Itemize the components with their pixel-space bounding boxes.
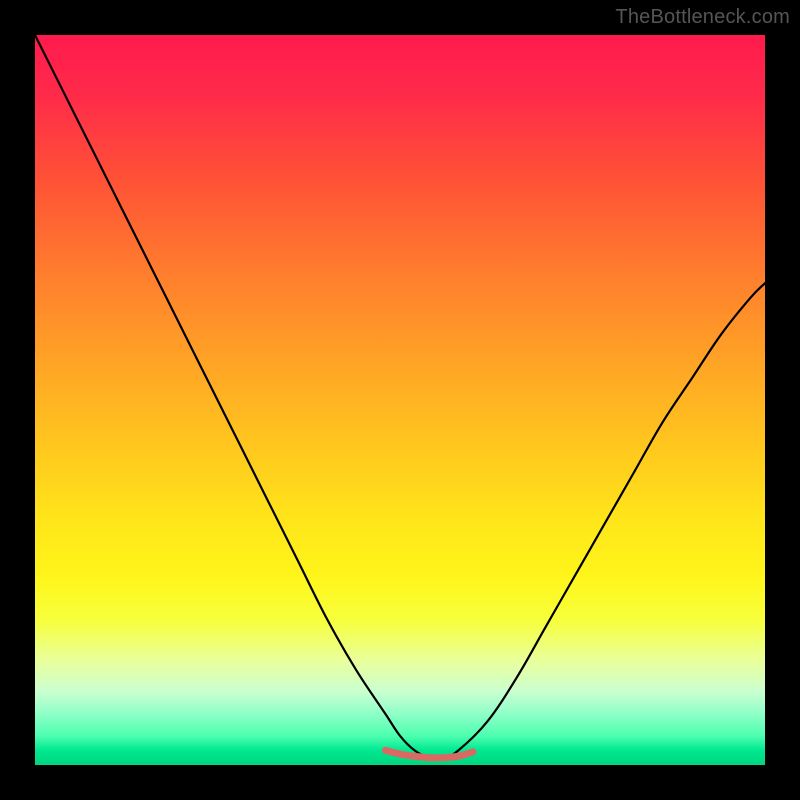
optimal-flat-region-path <box>385 750 473 757</box>
gradient-plot-area <box>35 35 765 765</box>
curve-layer <box>35 35 765 765</box>
bottleneck-curve-path <box>35 35 765 759</box>
watermark-text: TheBottleneck.com <box>615 6 790 29</box>
chart-frame: TheBottleneck.com <box>0 0 800 800</box>
